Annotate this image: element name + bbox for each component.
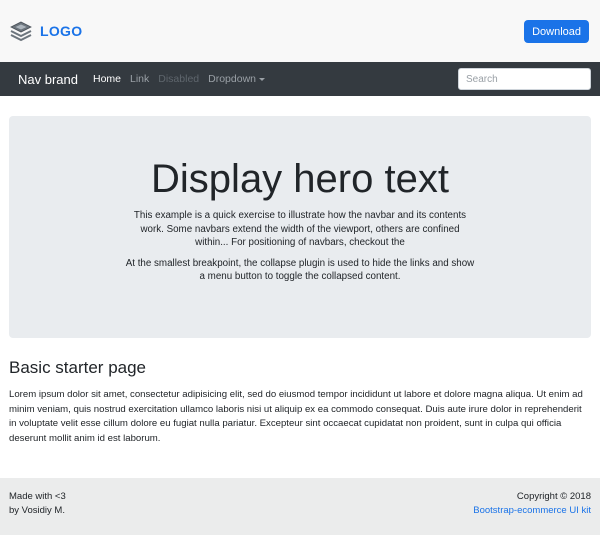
nav-links: Home Link Disabled Dropdown <box>93 73 265 85</box>
main-content: Basic starter page Lorem ipsum dolor sit… <box>0 338 600 446</box>
nav-link-link[interactable]: Link <box>130 73 149 85</box>
footer-left: Made with <3 by Vosidiy M. <box>9 490 66 535</box>
logo-link[interactable]: LOGO <box>9 19 82 43</box>
page-footer: Made with <3 by Vosidiy M. Copyright © 2… <box>0 478 600 535</box>
hero-jumbotron: Display hero text This example is a quic… <box>9 116 591 338</box>
nav-link-disabled: Disabled <box>158 73 200 85</box>
top-header: LOGO Download <box>0 0 600 62</box>
footer-kit-link[interactable]: Bootstrap-ecommerce UI kit <box>473 505 591 516</box>
nav-link-dropdown[interactable]: Dropdown <box>208 73 265 85</box>
footer-right: Copyright © 2018 Bootstrap-ecommerce UI … <box>473 490 591 535</box>
layers-icon <box>10 21 32 42</box>
body-paragraph: Lorem ipsum dolor sit amet, consectetur … <box>9 389 583 444</box>
footer-made-with: Made with <3 <box>9 491 66 502</box>
search-input[interactable] <box>458 68 591 90</box>
hero-lead: This example is a quick exercise to illu… <box>133 210 467 249</box>
hero-lead-secondary: At the smallest breakpoint, the collapse… <box>125 257 475 283</box>
main-navbar: Nav brand Home Link Disabled Dropdown <box>0 62 600 96</box>
page-heading: Basic starter page <box>9 358 147 377</box>
nav-link-home[interactable]: Home <box>93 73 121 85</box>
nav-brand[interactable]: Nav brand <box>18 72 78 87</box>
logo-text: LOGO <box>40 23 83 39</box>
caret-down-icon <box>259 77 265 81</box>
footer-copyright: Copyright © 2018 <box>516 491 591 502</box>
footer-author: by Vosidiy M. <box>9 505 65 516</box>
hero-title: Display hero text <box>151 157 449 201</box>
dropdown-label: Dropdown <box>208 73 256 85</box>
download-button[interactable]: Download <box>524 19 589 43</box>
